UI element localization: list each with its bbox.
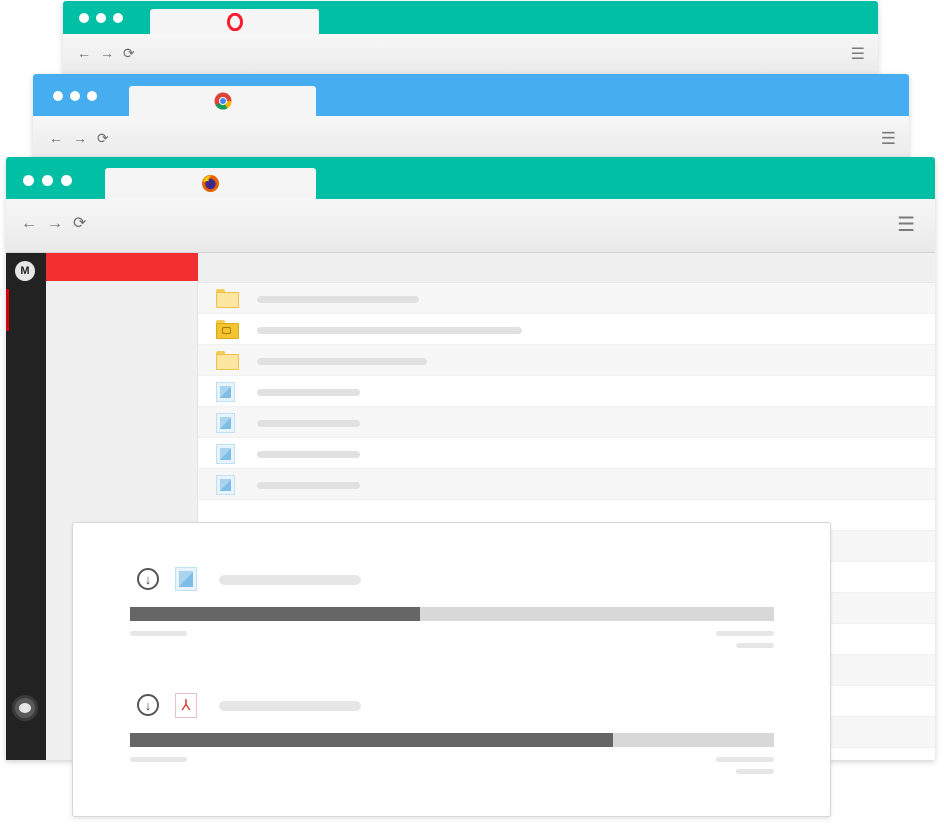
transfer-speed	[736, 769, 774, 774]
download-icon: ↓	[137, 694, 159, 716]
file-row[interactable]	[198, 469, 935, 500]
image-file-icon	[216, 382, 235, 402]
folder-icon	[216, 289, 239, 308]
minimize-dot[interactable]	[70, 91, 80, 101]
minimize-dot[interactable]	[42, 175, 53, 186]
transfer-progress-fill	[130, 607, 420, 621]
forward-arrow-icon[interactable]: →	[100, 46, 114, 60]
mega-logo-icon[interactable]: M	[15, 261, 35, 281]
chrome-browser-window: ← → ⟳ ☰	[33, 74, 909, 164]
back-arrow-icon[interactable]: ←	[21, 216, 37, 232]
title-bar	[33, 74, 909, 116]
image-file-icon	[216, 413, 235, 433]
cloud-drive-tree-item[interactable]	[46, 253, 198, 281]
file-list-header	[198, 253, 935, 283]
maximize-dot[interactable]	[87, 91, 97, 101]
opera-browser-window: ← → ⟳ ☰	[63, 1, 878, 81]
firefox-icon	[202, 175, 219, 192]
browser-stack: ← → ⟳ ☰ ← → ⟳ ☰ ← → ⟳ ☰ M ↓ ↓ ⅄	[0, 0, 944, 830]
navigation-bar: ← → ⟳ ☰	[6, 199, 935, 253]
file-name	[257, 327, 522, 334]
transfer-status	[130, 757, 187, 762]
transfer-speed	[736, 643, 774, 648]
forward-arrow-icon[interactable]: →	[47, 216, 63, 232]
transfer-size	[716, 757, 774, 762]
chrome-icon	[214, 92, 232, 110]
transfer-file-name	[219, 575, 361, 585]
close-dot[interactable]	[79, 13, 89, 23]
back-arrow-icon[interactable]: ←	[77, 46, 91, 60]
file-name	[257, 482, 360, 489]
transfers-panel: ↓ ↓ ⅄	[72, 522, 831, 817]
maximize-dot[interactable]	[113, 13, 123, 23]
file-row[interactable]	[198, 407, 935, 438]
image-file-icon	[216, 475, 235, 495]
file-row[interactable]	[198, 283, 935, 314]
folder-icon	[216, 351, 239, 370]
minimize-dot[interactable]	[96, 13, 106, 23]
file-row[interactable]	[198, 314, 935, 345]
download-icon: ↓	[137, 568, 159, 590]
file-row[interactable]	[198, 438, 935, 469]
pdf-file-icon: ⅄	[175, 693, 197, 718]
window-controls	[53, 91, 97, 101]
hamburger-menu-icon[interactable]: ☰	[881, 130, 896, 147]
close-dot[interactable]	[23, 175, 34, 186]
image-file-icon	[175, 567, 197, 591]
browser-tab[interactable]	[129, 86, 316, 116]
transfer-progress-fill	[130, 733, 613, 747]
achievements-icon[interactable]	[12, 695, 38, 721]
window-controls	[79, 13, 123, 23]
hamburger-menu-icon[interactable]: ☰	[897, 215, 915, 235]
close-dot[interactable]	[53, 91, 63, 101]
file-row[interactable]	[198, 376, 935, 407]
file-name	[257, 296, 419, 303]
file-name	[257, 420, 360, 427]
title-bar	[6, 157, 935, 199]
image-file-icon	[216, 444, 235, 464]
opera-icon	[226, 12, 243, 31]
left-rail: M	[6, 253, 46, 760]
browser-tab[interactable]	[105, 168, 316, 199]
camera-folder-icon	[216, 320, 239, 339]
transfer-size	[716, 631, 774, 636]
file-name	[257, 389, 360, 396]
transfer-progress-bar	[130, 733, 774, 747]
hamburger-menu-icon[interactable]: ☰	[851, 47, 865, 63]
rail-active-indicator	[6, 289, 9, 331]
reload-icon[interactable]: ⟳	[73, 216, 86, 232]
back-arrow-icon[interactable]: ←	[49, 131, 63, 145]
browser-tab[interactable]	[150, 9, 319, 34]
transfer-status	[130, 631, 187, 636]
transfer-file-name	[219, 701, 361, 711]
transfer-progress-bar	[130, 607, 774, 621]
window-controls	[23, 175, 72, 186]
title-bar	[63, 1, 878, 34]
maximize-dot[interactable]	[61, 175, 72, 186]
file-name	[257, 451, 360, 458]
reload-icon[interactable]: ⟳	[97, 131, 109, 145]
file-row[interactable]	[198, 345, 935, 376]
file-name	[257, 358, 427, 365]
reload-icon[interactable]: ⟳	[123, 46, 135, 60]
forward-arrow-icon[interactable]: →	[73, 131, 87, 145]
